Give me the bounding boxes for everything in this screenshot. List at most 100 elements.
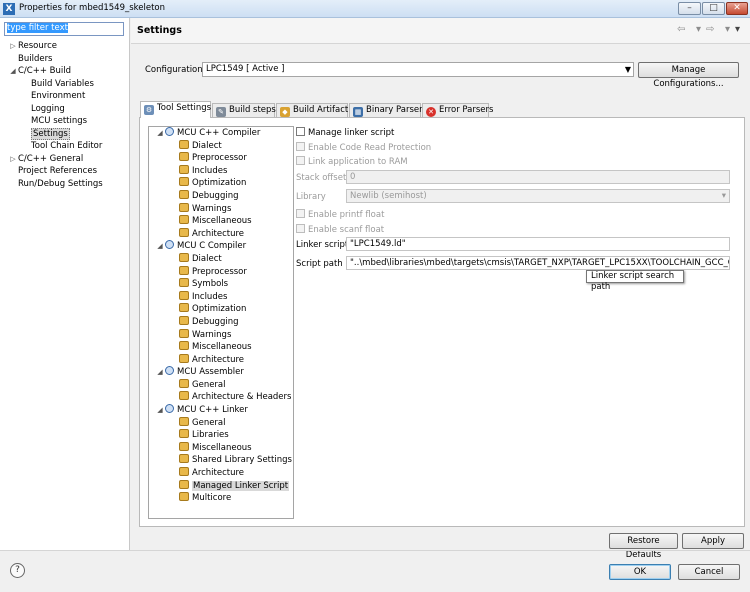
tree-item[interactable]: Warnings: [149, 328, 293, 342]
manage-configurations-button[interactable]: Manage Configurations...: [638, 62, 739, 89]
binary-icon: ▦: [353, 107, 363, 117]
tree-item[interactable]: Architecture & Headers: [149, 391, 293, 404]
tree-item[interactable]: General: [149, 378, 293, 392]
collapse-toggle-icon[interactable]: ◢: [155, 240, 165, 253]
configuration-value: LPC1549 [ Active ]: [206, 64, 285, 74]
nav-item[interactable]: Settings: [8, 127, 128, 141]
tab-build-steps[interactable]: ✎ Build steps: [212, 103, 276, 117]
dropdown-icon[interactable]: ▾: [725, 24, 730, 35]
collapse-toggle-icon[interactable]: ◢: [155, 127, 165, 140]
tool-settings-tree: ◢ MCU C++ Compiler Dialect Preprocessor Incl…: [148, 126, 294, 519]
tree-item[interactable]: Architecture: [149, 467, 293, 480]
tree-item-label: Dialect: [192, 140, 222, 151]
tree-item-label: Miscellaneous: [192, 342, 252, 353]
manage-linker-script-checkbox[interactable]: Manage linker script: [296, 127, 394, 138]
checkbox-box: [296, 224, 305, 233]
tree-item[interactable]: Managed Linker Script: [149, 479, 293, 493]
option-category-icon: [179, 341, 189, 351]
collapse-toggle-icon[interactable]: ◢: [155, 366, 165, 379]
linker-script-field[interactable]: "LPC1549.ld": [346, 237, 730, 251]
tree-item[interactable]: Optimization: [149, 177, 293, 190]
option-category-icon: [179, 416, 189, 426]
nav-item[interactable]: ▷ C/C++ General: [8, 153, 128, 166]
tree-item-label: Optimization: [192, 178, 247, 189]
tree-item[interactable]: Shared Library Settings: [149, 454, 293, 467]
nav-item[interactable]: Logging: [8, 103, 128, 116]
tree-item[interactable]: Libraries: [149, 429, 293, 442]
restore-defaults-button[interactable]: Restore Defaults: [609, 533, 678, 560]
tree-item-label: Managed Linker Script: [192, 480, 290, 491]
filter-input[interactable]: type filter text: [4, 22, 124, 36]
tree-item[interactable]: Miscellaneous: [149, 441, 293, 455]
tree-item[interactable]: Preprocessor: [149, 265, 293, 279]
tree-group[interactable]: ◢ MCU C Compiler: [149, 240, 293, 253]
nav-item[interactable]: ▷ Resource: [8, 40, 128, 53]
forward-arrow-icon[interactable]: ⇨: [706, 24, 714, 35]
tree-group[interactable]: ◢ MCU Assembler: [149, 366, 293, 379]
tree-group[interactable]: ◢ MCU C++ Compiler: [149, 127, 293, 140]
minimize-button[interactable]: –: [678, 2, 701, 15]
expand-toggle-icon[interactable]: ▷: [8, 153, 18, 166]
nav-item[interactable]: Builders: [8, 53, 128, 66]
tab-binary-parsers[interactable]: ▦ Binary Parsers: [349, 103, 427, 117]
close-button[interactable]: ✕: [726, 2, 748, 15]
tree-item-label: Warnings: [192, 203, 232, 214]
tree-item[interactable]: Miscellaneous: [149, 215, 293, 228]
configuration-select[interactable]: LPC1549 [ Active ] ▼: [202, 62, 634, 77]
nav-item-label: C/C++ Build: [18, 66, 72, 76]
view-menu-icon[interactable]: ▾: [735, 24, 740, 35]
option-category-icon: [179, 278, 189, 288]
apply-button[interactable]: Apply: [682, 533, 744, 549]
nav-item[interactable]: ◢ C/C++ Build: [8, 65, 128, 78]
nav-tree: ▷ Resource Builders ◢ C/C++ Build Build Varia…: [8, 40, 128, 190]
tree-item[interactable]: Preprocessor: [149, 152, 293, 165]
tab-build-artifact[interactable]: ◆ Build Artifact: [276, 103, 348, 117]
cancel-button[interactable]: Cancel: [678, 564, 740, 580]
nav-item-label: C/C++ General: [18, 153, 84, 164]
nav-item[interactable]: Tool Chain Editor: [8, 140, 128, 153]
nav-item[interactable]: Environment: [8, 90, 128, 103]
maximize-button[interactable]: □: [702, 2, 725, 15]
tree-item[interactable]: Miscellaneous: [149, 341, 293, 354]
dropdown-icon[interactable]: ▾: [696, 24, 701, 35]
back-arrow-icon[interactable]: ⇦: [677, 24, 685, 35]
expand-toggle-icon[interactable]: ▷: [8, 40, 18, 53]
ok-button[interactable]: OK: [609, 564, 671, 580]
tree-item[interactable]: Symbols: [149, 278, 293, 291]
tree-group[interactable]: ◢ MCU C++ Linker: [149, 404, 293, 417]
option-category-icon: [179, 303, 189, 313]
option-category-icon: [179, 479, 189, 489]
tab-tool-settings[interactable]: ⚙ Tool Settings: [140, 101, 211, 118]
tree-item[interactable]: Optimization: [149, 303, 293, 316]
collapse-toggle-icon[interactable]: ◢: [155, 404, 165, 417]
tool-gear-icon: [165, 240, 174, 250]
checkbox-box: [296, 209, 305, 218]
tree-item[interactable]: Architecture: [149, 353, 293, 367]
tab-error-parsers[interactable]: ✕ Error Parsers: [422, 103, 493, 117]
tree-item[interactable]: Multicore: [149, 492, 293, 505]
tree-item[interactable]: Warnings: [149, 202, 293, 216]
tree-item[interactable]: Debugging: [149, 315, 293, 329]
tree-item-label: General: [192, 379, 226, 390]
help-icon[interactable]: ?: [10, 563, 25, 578]
option-category-icon: [179, 139, 189, 149]
nav-item[interactable]: Build Variables: [8, 78, 128, 91]
expand-toggle-icon[interactable]: ◢: [8, 65, 18, 78]
nav-item[interactable]: MCU settings: [8, 115, 128, 128]
tree-item[interactable]: Includes: [149, 164, 293, 178]
option-category-icon: [179, 315, 189, 325]
checkbox-box[interactable]: [296, 127, 305, 136]
tree-item[interactable]: Dialect: [149, 252, 293, 266]
tree-item[interactable]: Debugging: [149, 189, 293, 203]
nav-item[interactable]: Project References: [8, 165, 128, 178]
option-category-icon: [179, 441, 189, 451]
tree-item[interactable]: General: [149, 416, 293, 430]
nav-item[interactable]: Run/Debug Settings: [8, 178, 128, 191]
tree-item[interactable]: Includes: [149, 290, 293, 304]
option-category-icon: [179, 378, 189, 388]
tree-item-label: Debugging: [192, 190, 239, 201]
tree-item[interactable]: Architecture: [149, 227, 293, 241]
script-path-field[interactable]: "..\mbed\libraries\mbed\targets\cmsis\TA…: [346, 256, 730, 270]
nav-item-label: Settings: [31, 127, 70, 140]
tree-item[interactable]: Dialect: [149, 139, 293, 153]
